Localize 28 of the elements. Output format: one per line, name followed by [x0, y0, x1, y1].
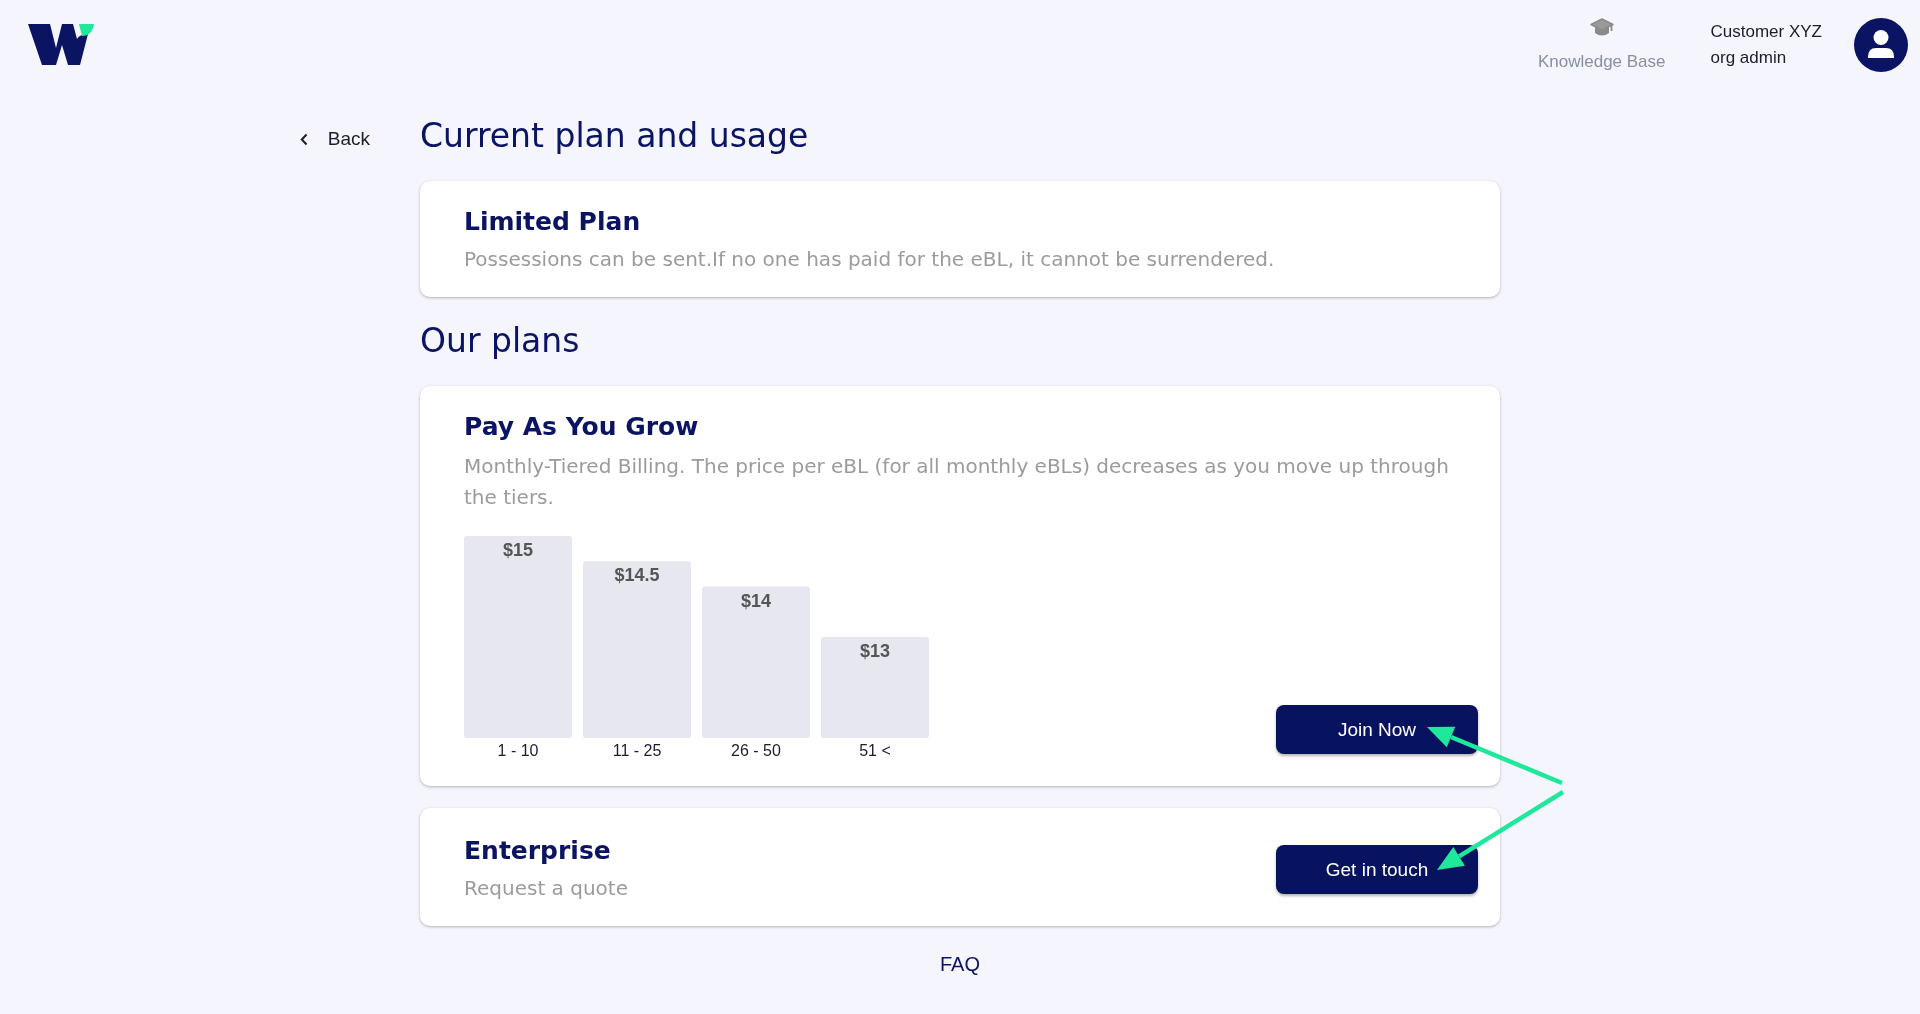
section-heading: Our plans — [420, 320, 581, 362]
plan-title: Enterprise — [464, 836, 612, 866]
arrow-icon — [1437, 790, 1565, 870]
bar-value-label: $13 — [860, 641, 890, 661]
bar-value-label: $14 — [741, 590, 771, 611]
tier-range-label: 1 - 10 — [497, 742, 539, 759]
plan-title: Pay As You Grow — [464, 412, 700, 442]
tier-range-label: 26 - 50 — [731, 742, 781, 759]
page-title: Current plan and usage — [420, 115, 810, 157]
back-button[interactable]: Back — [293, 117, 372, 161]
bar-value-label: $15 — [503, 540, 533, 560]
avatar-icon[interactable] — [1854, 18, 1908, 72]
chevron-left-icon — [299, 132, 308, 146]
graduation-cap-icon — [1589, 17, 1614, 38]
bar-value-label: $14.5 — [614, 565, 660, 586]
plan-title: Limited Plan — [464, 207, 642, 237]
plan-description: Request a quote — [464, 875, 628, 902]
plan-description: Monthly-Tiered Billing. The price per eBL (for all monthly eBLs) decreases as you move up through the tiers. — [464, 453, 1450, 511]
logo[interactable] — [28, 24, 94, 66]
tier-range-label: 11 - 25 — [612, 742, 662, 759]
tier-range-label: 51 < — [859, 742, 891, 759]
arrow-icon — [1427, 726, 1563, 786]
contact-button[interactable]: Get in touch — [1276, 845, 1478, 894]
user-name: Customer XYZ — [1710, 21, 1822, 43]
plan-description: Possessions can be sent.If no one has paid for the eBL, it cannot be surrendered. — [464, 246, 1276, 273]
user-role: org admin — [1710, 47, 1788, 69]
faq-link[interactable]: FAQ — [940, 949, 980, 979]
join-button[interactable]: Join Now — [1276, 705, 1478, 754]
